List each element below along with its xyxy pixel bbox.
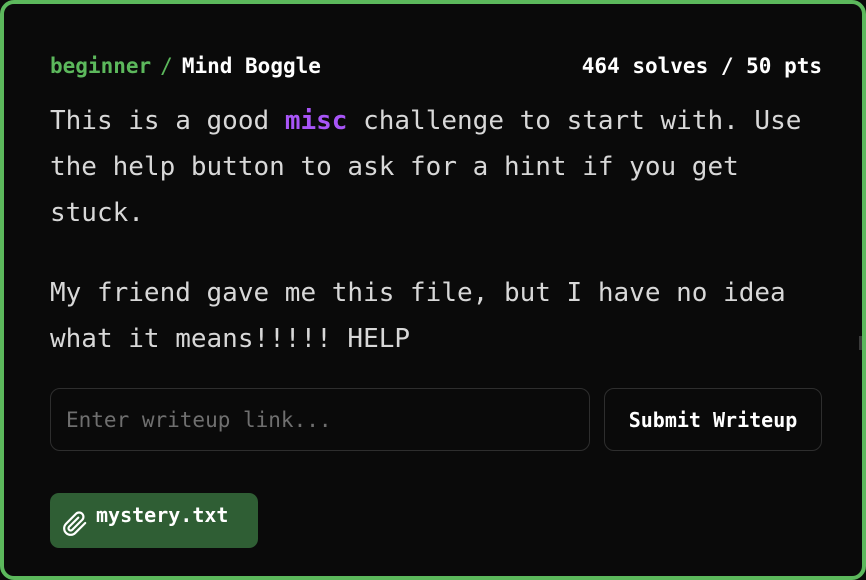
paperclip-icon (63, 510, 87, 536)
writeup-form: Submit Writeup (50, 388, 822, 451)
scroll-edge-marker (859, 336, 862, 350)
attachment-mystery-txt[interactable]: mystery.txt (50, 493, 258, 548)
description-paragraph-2: My friend gave me this file, but I have … (50, 278, 786, 354)
challenge-stats: 464 solves / 50 pts (581, 54, 822, 78)
category-tag: misc (284, 106, 348, 136)
challenge-header: beginner / Mind Boggle 464 solves / 50 pts (50, 53, 822, 79)
breadcrumb: beginner / Mind Boggle (50, 54, 321, 78)
category-label: beginner (50, 54, 152, 78)
challenge-description: This is a good misc challenge to start w… (50, 98, 840, 362)
challenge-card: beginner / Mind Boggle 464 solves / 50 pts… (0, 0, 866, 580)
description-paragraph-1: This is a good misc challenge to start w… (50, 98, 840, 236)
breadcrumb-separator: / (160, 54, 173, 78)
submit-writeup-button[interactable]: Submit Writeup (604, 388, 822, 451)
writeup-link-input[interactable] (50, 388, 590, 451)
description-text-start: This is a good (50, 106, 285, 136)
challenge-title: Mind Boggle (181, 54, 321, 78)
attachment-filename: mystery.txt (96, 502, 229, 527)
